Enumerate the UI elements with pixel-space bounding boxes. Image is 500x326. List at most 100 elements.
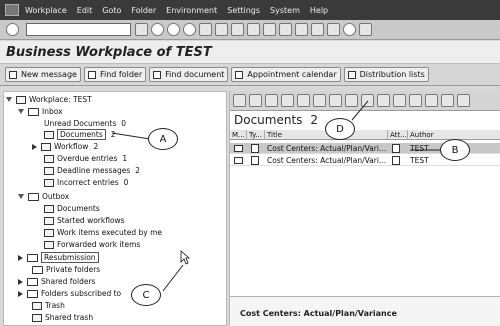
save-icon[interactable] [135, 23, 148, 36]
mail-cell [230, 155, 247, 166]
find-document-button[interactable]: Find document [149, 67, 229, 82]
tree-incorrect-entries[interactable]: Incorrect entries 0 [44, 177, 128, 188]
callout-c: C [131, 284, 161, 306]
envelope-icon [234, 144, 243, 152]
menu-goto[interactable]: Goto [102, 6, 121, 15]
exit-icon[interactable] [167, 23, 180, 36]
command-field[interactable] [26, 23, 131, 36]
put-in-folder-icon[interactable] [329, 94, 342, 107]
collapse-icon[interactable] [6, 97, 12, 102]
tree-inbox[interactable]: Inbox [18, 106, 63, 117]
incorrect-count: 0 [123, 178, 129, 187]
menu-environment[interactable]: Environment [166, 6, 217, 15]
previous-page-icon[interactable] [263, 23, 276, 36]
tree-private-folders[interactable]: Private folders [32, 264, 100, 275]
print-icon[interactable] [199, 23, 212, 36]
menu-workplace[interactable]: Workplace [25, 6, 67, 15]
private-label: Private folders [46, 265, 101, 274]
col-author[interactable]: Author [408, 130, 500, 140]
delete-icon[interactable] [345, 94, 358, 107]
tree-forwarded-items[interactable]: Forwarded work items [44, 239, 140, 250]
expand-icon[interactable] [18, 278, 23, 285]
forward-icon[interactable] [281, 94, 294, 107]
tree-started-workflows[interactable]: Started workflows [44, 215, 125, 226]
distribution-lists-label: Distribution lists [359, 70, 425, 79]
print-list-icon[interactable] [425, 94, 438, 107]
preview-title: Cost Centers: Actual/Plan/Variance [240, 309, 397, 318]
shortcut-icon[interactable] [327, 23, 340, 36]
back-icon[interactable] [151, 23, 164, 36]
tree-inbox-label: Inbox [42, 107, 63, 116]
new-session-icon[interactable] [311, 23, 324, 36]
documents-count: 2 [110, 130, 116, 139]
expand-icon[interactable] [32, 143, 37, 150]
tree-unread-documents[interactable]: Unread Documents 0 [44, 118, 126, 129]
cancel-icon[interactable] [183, 23, 196, 36]
tree-documents[interactable]: Documents 2 [44, 129, 116, 140]
reply-icon[interactable] [297, 94, 310, 107]
refresh-icon[interactable] [233, 94, 246, 107]
enter-icon[interactable] [6, 23, 19, 36]
work-items-icon [44, 228, 54, 237]
menu-folder[interactable]: Folder [131, 6, 156, 15]
appointment-calendar-button[interactable]: Appointment calendar [231, 67, 341, 82]
unread-count: 0 [121, 119, 127, 128]
tree-trash[interactable]: Trash [32, 300, 65, 311]
last-page-icon[interactable] [295, 23, 308, 36]
tree-root[interactable]: Workplace: TEST [6, 94, 92, 105]
next-page-icon[interactable] [279, 23, 292, 36]
help-icon[interactable] [343, 23, 356, 36]
preview-pane: Cost Centers: Actual/Plan/Variance [230, 297, 500, 326]
tree-outbox[interactable]: Outbox [18, 191, 69, 202]
tree-resubmission[interactable]: Resubmission [18, 252, 99, 263]
resubmission-icon [27, 253, 38, 262]
find-next-icon[interactable] [231, 23, 244, 36]
tree-overdue-entries[interactable]: Overdue entries 1 [44, 153, 127, 164]
tree-work-items[interactable]: Work items executed by me [44, 227, 162, 238]
collapse-icon[interactable] [18, 194, 24, 199]
copy-icon[interactable] [409, 94, 422, 107]
col-attachment[interactable]: Att... [388, 129, 408, 140]
send-icon[interactable] [393, 94, 406, 107]
tree-deadline-messages[interactable]: Deadline messages 2 [44, 165, 140, 176]
incorrect-icon [44, 178, 54, 187]
tree-shared-folders[interactable]: Shared folders [18, 276, 95, 287]
create-icon[interactable] [265, 94, 278, 107]
document-icon [251, 143, 259, 153]
layout-menu-icon[interactable] [359, 23, 372, 36]
attributes-icon[interactable] [313, 94, 326, 107]
resubmit-icon[interactable] [361, 94, 374, 107]
tree-workflow[interactable]: Workflow 2 [32, 141, 98, 152]
expand-icon[interactable] [18, 254, 23, 261]
workflow-count: 2 [93, 142, 99, 151]
find-icon[interactable] [215, 23, 228, 36]
collapse-icon[interactable] [18, 109, 24, 114]
workitems-label: Work items executed by me [57, 228, 162, 237]
documents-icon [44, 130, 54, 139]
filter-icon[interactable] [457, 94, 470, 107]
col-mail[interactable]: M... [230, 129, 247, 140]
first-page-icon[interactable] [247, 23, 260, 36]
distribution-lists-button[interactable]: Distribution lists [343, 67, 429, 82]
menu-edit[interactable]: Edit [77, 6, 93, 15]
standard-toolbar [0, 20, 500, 40]
envelope-icon [234, 156, 243, 164]
menu-system[interactable]: System [270, 6, 300, 15]
tree-subscribed-folders[interactable]: Folders subscribed to [18, 288, 121, 299]
attachment-cell [388, 143, 408, 154]
tree-outbox-documents[interactable]: Documents [44, 203, 100, 214]
expand-icon[interactable] [18, 290, 23, 297]
find-folder-button[interactable]: Find folder [83, 67, 147, 82]
trash-icon [32, 301, 42, 310]
new-message-label: New message [21, 70, 77, 79]
display-icon[interactable] [249, 94, 262, 107]
tree-shared-trash[interactable]: Shared trash [32, 312, 93, 323]
edit-icon[interactable] [377, 94, 390, 107]
menu-help[interactable]: Help [310, 6, 328, 15]
menu-settings[interactable]: Settings [227, 6, 260, 15]
new-message-button[interactable]: New message [5, 67, 81, 82]
attachment-icon [392, 155, 400, 165]
layout-icon[interactable] [441, 94, 454, 107]
appointment-calendar-label: Appointment calendar [247, 70, 337, 79]
col-type[interactable]: Ty... [247, 129, 265, 140]
